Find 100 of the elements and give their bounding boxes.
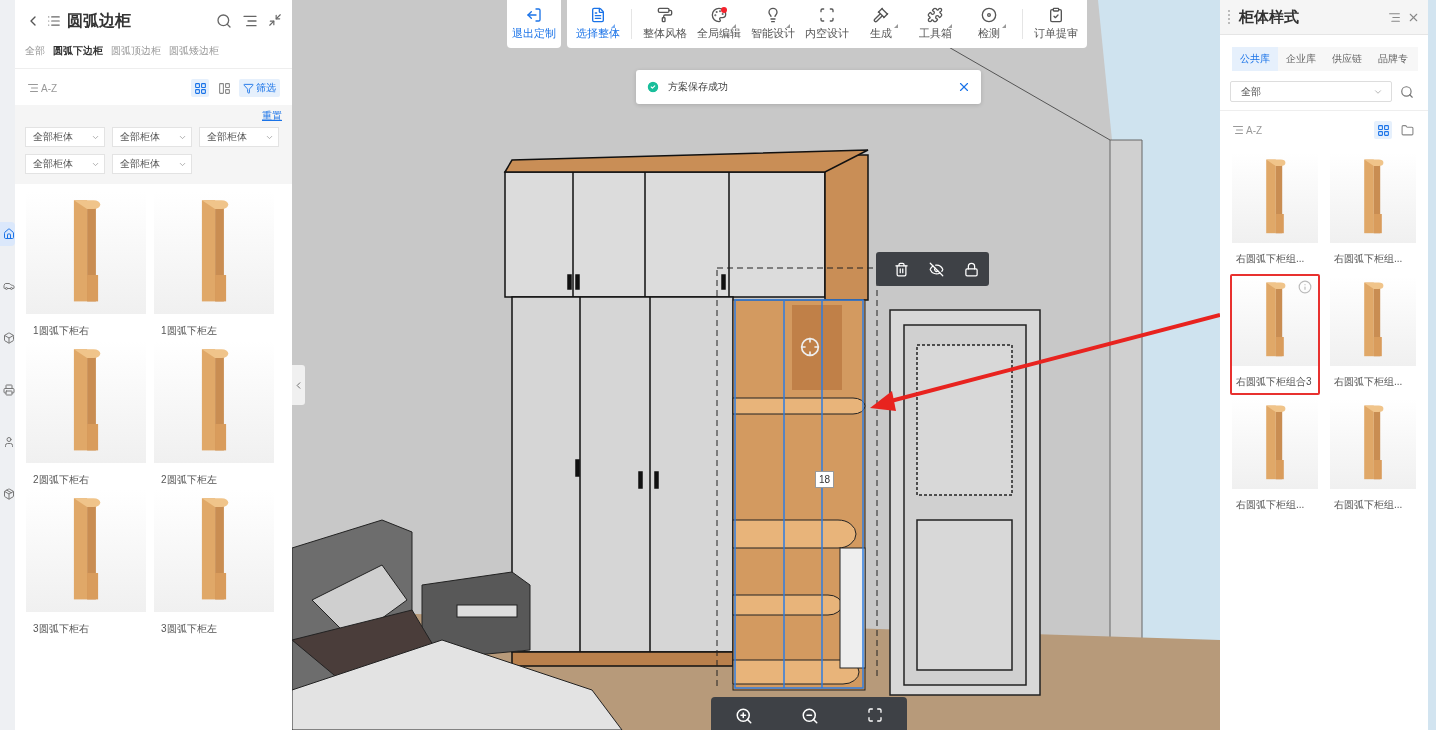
toolbar-button[interactable]: 整体风格 — [638, 2, 692, 46]
product-name: 2圆弧下柜右 — [32, 473, 90, 486]
lock-icon — [964, 261, 979, 277]
product-card[interactable]: 右圆弧下柜组... — [1328, 151, 1418, 272]
clipboard-icon — [1048, 7, 1064, 23]
filter-button[interactable]: 筛选 — [239, 79, 280, 97]
search-icon[interactable] — [1400, 84, 1414, 99]
library-tab[interactable]: 公共库 — [1232, 47, 1278, 71]
toast-message: 方案保存成功 — [668, 80, 729, 94]
palette-icon — [711, 7, 727, 23]
gavel-icon — [873, 7, 889, 23]
caret-icon — [894, 24, 898, 28]
select-icon — [590, 7, 606, 23]
product-name: 2圆弧下柜左 — [160, 473, 218, 486]
move-handle-icon[interactable] — [801, 338, 819, 356]
toolbar-button[interactable]: 工具箱 — [908, 2, 962, 46]
category-select[interactable]: 全部 — [1230, 81, 1392, 102]
product-name: 1圆弧下柜右 — [32, 324, 90, 337]
eye-off-icon — [929, 261, 944, 277]
target-icon — [981, 7, 997, 23]
filter-dropdown[interactable]: 全部柜体 — [199, 127, 279, 147]
panel-collapse-handle[interactable] — [292, 365, 305, 405]
success-icon — [646, 80, 660, 94]
product-card[interactable]: 右圆弧下柜组合3 — [1230, 274, 1320, 395]
toolbar-button[interactable]: 全局编辑 — [692, 2, 746, 46]
filter-dropdown[interactable]: 全部柜体 — [112, 154, 192, 174]
scan-icon — [819, 7, 835, 23]
filter-dropdown[interactable]: 全部柜体 — [112, 127, 192, 147]
close-button[interactable] — [957, 80, 971, 94]
drag-grip-icon[interactable] — [1228, 10, 1233, 24]
grid-icon — [1376, 123, 1390, 137]
dimension-label: 18 — [815, 471, 835, 488]
filter-icon — [243, 82, 254, 94]
product-name: 3圆弧下柜左 — [160, 622, 218, 635]
folder-icon — [1400, 123, 1414, 137]
exit-icon — [526, 7, 542, 23]
printer-icon — [3, 384, 15, 396]
library-tab[interactable]: 供应链 — [1324, 47, 1370, 71]
filter-dropdown[interactable]: 全部柜体 — [25, 154, 105, 174]
product-name: 右圆弧下柜组合3 — [1235, 375, 1313, 389]
sort-icon[interactable] — [1388, 10, 1401, 24]
delete-button[interactable] — [894, 261, 909, 277]
lightbulb-icon — [765, 7, 781, 23]
product-name: 1圆弧下柜左 — [160, 324, 218, 337]
list-icon[interactable] — [47, 14, 61, 28]
notification-dot — [721, 7, 727, 13]
home-icon — [3, 228, 15, 240]
panels-icon — [217, 81, 231, 95]
caret-icon — [611, 24, 615, 28]
library-tab[interactable]: 品牌专 — [1370, 47, 1416, 71]
package-icon — [3, 488, 15, 500]
hide-button[interactable] — [929, 261, 944, 277]
reset-link[interactable]: 重置 — [262, 109, 282, 123]
grid-view-button[interactable] — [191, 79, 209, 97]
expand-icon — [867, 707, 883, 723]
paint-roller-icon — [657, 7, 673, 23]
exit-button[interactable]: 退出定制 — [507, 0, 561, 48]
puzzle-icon — [927, 7, 943, 23]
sort-icon[interactable] — [242, 13, 258, 29]
toolbar-button[interactable]: 订单提审 — [1029, 2, 1083, 46]
grid-icon — [193, 81, 207, 95]
sort-icon — [1232, 124, 1244, 136]
zoom-out-icon — [801, 707, 819, 725]
caret-icon — [732, 24, 736, 28]
caret-icon — [948, 24, 952, 28]
collapse-icon[interactable] — [268, 13, 282, 27]
category-tab[interactable]: 圆弧下边柜 — [53, 44, 103, 58]
search-icon[interactable] — [216, 13, 232, 29]
product-card[interactable]: 右圆弧下柜组... — [1328, 274, 1418, 395]
box-icon — [3, 332, 15, 344]
lock-button[interactable] — [964, 261, 979, 277]
sort-icon — [27, 82, 39, 94]
library-tab[interactable]: 企业库 — [1278, 47, 1324, 71]
product-name: 右圆弧下柜组... — [1235, 252, 1306, 266]
product-card[interactable]: 右圆弧下柜组... — [1230, 397, 1320, 518]
panel-title: 圆弧边柜 — [67, 10, 132, 31]
caret-icon — [786, 24, 790, 28]
caret-icon — [1002, 24, 1006, 28]
car-icon — [3, 280, 15, 292]
filter-dropdown[interactable]: 全部柜体 — [25, 127, 105, 147]
product-card[interactable]: 右圆弧下柜组... — [1328, 397, 1418, 518]
toolbar-button[interactable]: 内空设计 — [800, 2, 854, 46]
toolbar-button[interactable]: 检测 — [962, 2, 1016, 46]
sidebar-icon-button[interactable] — [0, 222, 15, 246]
user-icon — [3, 436, 15, 448]
product-name: 右圆弧下柜组... — [1333, 252, 1404, 266]
toolbar-button[interactable]: 生成 — [854, 2, 908, 46]
toolbar-button[interactable]: 智能设计 — [746, 2, 800, 46]
panel-title: 柜体样式 — [1239, 7, 1300, 27]
product-name: 右圆弧下柜组... — [1333, 375, 1404, 389]
close-icon — [957, 80, 971, 94]
trash-icon — [894, 261, 909, 277]
product-name: 3圆弧下柜右 — [32, 622, 90, 635]
info-icon[interactable] — [1298, 280, 1312, 294]
product-name: 右圆弧下柜组... — [1333, 498, 1404, 512]
product-card[interactable]: 右圆弧下柜组... — [1230, 151, 1320, 272]
toolbar-button[interactable]: 选择整体 — [571, 2, 625, 46]
grid-view-button[interactable] — [1374, 121, 1392, 139]
zoom-in-icon — [735, 707, 753, 725]
product-name: 右圆弧下柜组... — [1235, 498, 1306, 512]
